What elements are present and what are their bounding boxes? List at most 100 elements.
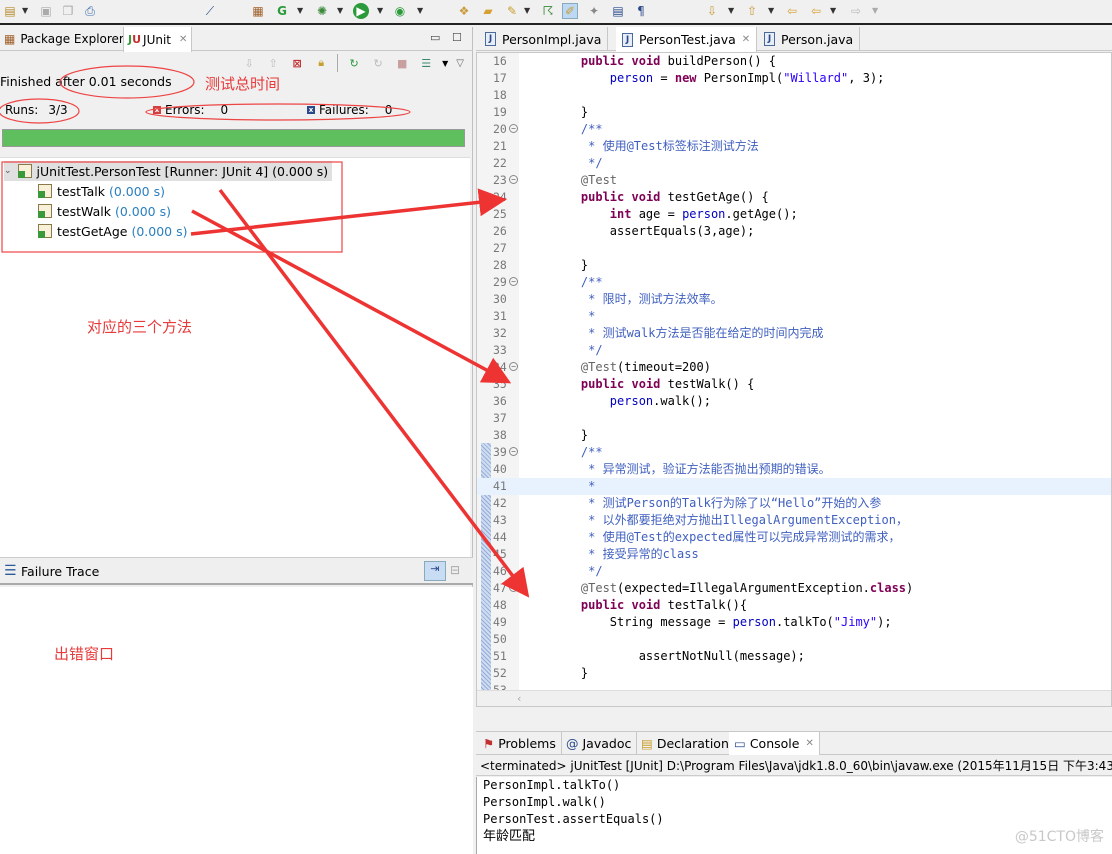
- code-line[interactable]: 23− @Test: [477, 172, 1111, 189]
- code-line[interactable]: 42 * 测试Person的Talk行为除了以“Hello”开始的入参: [477, 495, 1111, 512]
- code-editor[interactable]: 16 public void buildPerson() {17 person …: [476, 52, 1112, 707]
- open-folder-icon[interactable]: ▰: [480, 3, 496, 19]
- stop-icon[interactable]: ■: [394, 55, 410, 71]
- code-line[interactable]: 33 */: [477, 342, 1111, 359]
- block-selection-icon[interactable]: ▤: [610, 3, 626, 19]
- show-failures-only-icon[interactable]: ⊠: [289, 55, 305, 71]
- code-line[interactable]: 45 * 接受异常的class: [477, 546, 1111, 563]
- view-menu-icon[interactable]: ▽: [456, 58, 464, 69]
- close-icon[interactable]: ✕: [805, 738, 813, 749]
- code-line[interactable]: 26 assertEquals(3,age);: [477, 223, 1111, 240]
- prev-annotation-icon[interactable]: ⇧: [744, 3, 760, 19]
- tab-javadoc[interactable]: @ Javadoc: [561, 732, 638, 755]
- tab-junit[interactable]: JU JUnit ✕: [123, 27, 193, 52]
- code-line[interactable]: 46 */: [477, 563, 1111, 580]
- fold-toggle-icon[interactable]: −: [509, 583, 518, 592]
- code-line[interactable]: 49 String message = person.talkTo("Jimy"…: [477, 614, 1111, 631]
- code-line[interactable]: 38 }: [477, 427, 1111, 444]
- chevron-down-icon[interactable]: ▼: [22, 6, 28, 15]
- mark-icon[interactable]: ✎: [504, 3, 520, 19]
- occurrences-icon[interactable]: ✦: [586, 3, 602, 19]
- code-line[interactable]: 19 }: [477, 104, 1111, 121]
- code-line[interactable]: 50: [477, 631, 1111, 648]
- chevron-down-icon[interactable]: ▼: [768, 6, 774, 15]
- highlight-icon[interactable]: ✐: [562, 3, 578, 19]
- code-line[interactable]: 32 * 测试walk方法是否能在给定的时间内完成: [477, 325, 1111, 342]
- new-package-icon[interactable]: ▦: [250, 3, 266, 19]
- print-icon[interactable]: ⎙: [82, 3, 98, 19]
- filter-stack-icon[interactable]: ⇥: [424, 561, 446, 581]
- save-icon[interactable]: ▣: [38, 3, 54, 19]
- rerun-icon[interactable]: ↻: [346, 55, 362, 71]
- code-line[interactable]: 28 }: [477, 257, 1111, 274]
- test-item-testwalk[interactable]: testWalk (0.000 s): [38, 201, 171, 221]
- code-line[interactable]: 39− /**: [477, 444, 1111, 461]
- previous-failure-icon[interactable]: ⇧: [265, 55, 281, 71]
- toggle-comment-icon[interactable]: ☈: [540, 3, 556, 19]
- tab-console[interactable]: ▭ Console ✕: [729, 732, 820, 755]
- minimize-icon[interactable]: ▭: [430, 31, 440, 44]
- tab-problems[interactable]: ⚑ Problems: [478, 732, 562, 755]
- fold-toggle-icon[interactable]: −: [509, 124, 518, 133]
- close-icon[interactable]: ✕: [179, 34, 187, 45]
- horizontal-scrollbar[interactable]: ‹: [477, 690, 1111, 706]
- test-item-testtalk[interactable]: testTalk (0.000 s): [38, 181, 165, 201]
- code-line[interactable]: 43 * 以外都要拒绝对方抛出IllegalArgumentException，: [477, 512, 1111, 529]
- chevron-down-icon[interactable]: ▼: [417, 6, 423, 15]
- code-line[interactable]: 18: [477, 87, 1111, 104]
- code-line[interactable]: 25 int age = person.getAge();: [477, 206, 1111, 223]
- code-line[interactable]: 44 * 使用@Test的expected属性可以完成异常测试的需求，: [477, 529, 1111, 546]
- chevron-down-icon[interactable]: ▼: [872, 6, 878, 15]
- tab-persontest-java[interactable]: J PersonTest.java ✕: [616, 27, 758, 52]
- code-line[interactable]: 21 * 使用@Test标签标注测试方法: [477, 138, 1111, 155]
- new-class-icon[interactable]: G: [274, 3, 290, 19]
- run-icon[interactable]: ▶: [353, 3, 369, 19]
- scroll-lock-icon[interactable]: 🔒︎: [313, 55, 329, 71]
- code-line[interactable]: 22 */: [477, 155, 1111, 172]
- tab-declaration[interactable]: ▤ Declaration: [636, 732, 735, 755]
- fold-toggle-icon[interactable]: −: [509, 175, 518, 184]
- code-line[interactable]: 29− /**: [477, 274, 1111, 291]
- code-line[interactable]: 40 * 异常测试，验证方法能否抛出预期的错误。: [477, 461, 1111, 478]
- code-line[interactable]: 34− @Test(timeout=200): [477, 359, 1111, 376]
- tree-root[interactable]: ⌄ jUnitTest.PersonTest [Runner: JUnit 4]…: [4, 161, 333, 181]
- compare-icon[interactable]: ⊟: [450, 563, 460, 577]
- rerun-failures-icon[interactable]: ↻: [370, 55, 386, 71]
- chevron-down-icon[interactable]: ▼: [377, 6, 383, 15]
- expand-chevron-icon[interactable]: ⌄: [4, 166, 12, 176]
- code-line[interactable]: 51 assertNotNull(message);: [477, 648, 1111, 665]
- debug-icon[interactable]: ✺: [314, 3, 330, 19]
- forward-icon[interactable]: ⇨: [848, 3, 864, 19]
- fold-toggle-icon[interactable]: −: [509, 277, 518, 286]
- fold-toggle-icon[interactable]: −: [509, 362, 518, 371]
- save-all-icon[interactable]: ❐: [60, 3, 76, 19]
- new-icon[interactable]: ▤: [2, 3, 18, 19]
- open-type-icon[interactable]: ❖: [456, 3, 472, 19]
- history-icon[interactable]: ☰: [418, 55, 434, 71]
- code-line[interactable]: 35 public void testWalk() {: [477, 376, 1111, 393]
- run-external-icon[interactable]: ◉: [392, 3, 408, 19]
- tab-person-java[interactable]: J Person.java: [758, 27, 861, 51]
- code-line[interactable]: 17 person = new PersonImpl("Willard", 3)…: [477, 70, 1111, 87]
- code-line[interactable]: 20− /**: [477, 121, 1111, 138]
- close-icon[interactable]: ✕: [742, 34, 750, 45]
- scroll-left-icon[interactable]: ‹: [517, 692, 521, 705]
- code-line[interactable]: 31 *: [477, 308, 1111, 325]
- test-item-testgetage[interactable]: testGetAge (0.000 s): [38, 221, 188, 241]
- tab-personimpl-java[interactable]: J PersonImpl.java: [479, 27, 609, 51]
- code-line[interactable]: 47− @Test(expected=IllegalArgumentExcept…: [477, 580, 1111, 597]
- whitespace-icon[interactable]: ¶: [633, 3, 649, 19]
- chevron-down-icon[interactable]: ▼: [830, 6, 836, 15]
- code-line[interactable]: 30 * 限时，测试方法效率。: [477, 291, 1111, 308]
- console-output[interactable]: PersonImpl.talkTo() PersonImpl.walk() Pe…: [476, 777, 1112, 854]
- next-failure-icon[interactable]: ⇩: [241, 55, 257, 71]
- code-line[interactable]: 41 *: [477, 478, 1111, 495]
- chevron-down-icon[interactable]: ▼: [337, 6, 343, 15]
- fold-toggle-icon[interactable]: −: [509, 447, 518, 456]
- pin-icon[interactable]: ⟋: [202, 3, 218, 19]
- chevron-down-icon[interactable]: ▼: [297, 6, 303, 15]
- code-line[interactable]: 24 public void testGetAge() {: [477, 189, 1111, 206]
- code-line[interactable]: 16 public void buildPerson() {: [477, 53, 1111, 70]
- tab-package-explorer[interactable]: ▦ Package Explorer: [0, 27, 128, 51]
- maximize-icon[interactable]: ☐: [452, 31, 462, 44]
